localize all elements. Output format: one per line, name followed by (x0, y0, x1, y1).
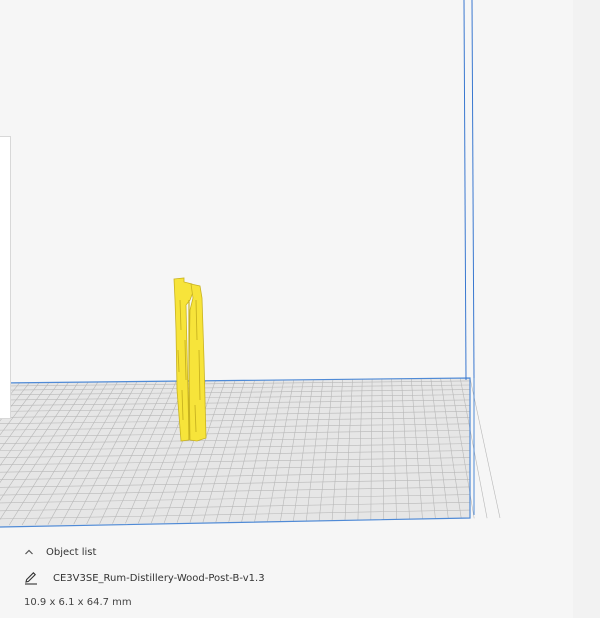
object-list-label: Object list (46, 546, 97, 558)
right-edge-strip (573, 0, 600, 618)
pencil-icon[interactable] (24, 571, 38, 585)
collapsed-side-panel[interactable] (0, 136, 11, 419)
build-volume-edge-right (471, 0, 475, 379)
object-dimensions: 10.9 x 6.1 x 64.7 mm (24, 594, 132, 610)
scene-canvas[interactable] (0, 0, 600, 530)
build-volume-edge-left (463, 0, 467, 381)
model-post-back (188, 283, 207, 442)
3d-viewport[interactable] (0, 0, 600, 530)
object-name-row[interactable]: CE3V3SE_Rum-Distillery-Wood-Post-B-v1.3 (24, 569, 265, 587)
object-list-toggle[interactable]: Object list (24, 543, 96, 561)
chevron-up-icon[interactable] (24, 547, 34, 557)
object-name: CE3V3SE_Rum-Distillery-Wood-Post-B-v1.3 (53, 572, 265, 584)
object-dimensions-value: 10.9 x 6.1 x 64.7 mm (24, 596, 132, 608)
